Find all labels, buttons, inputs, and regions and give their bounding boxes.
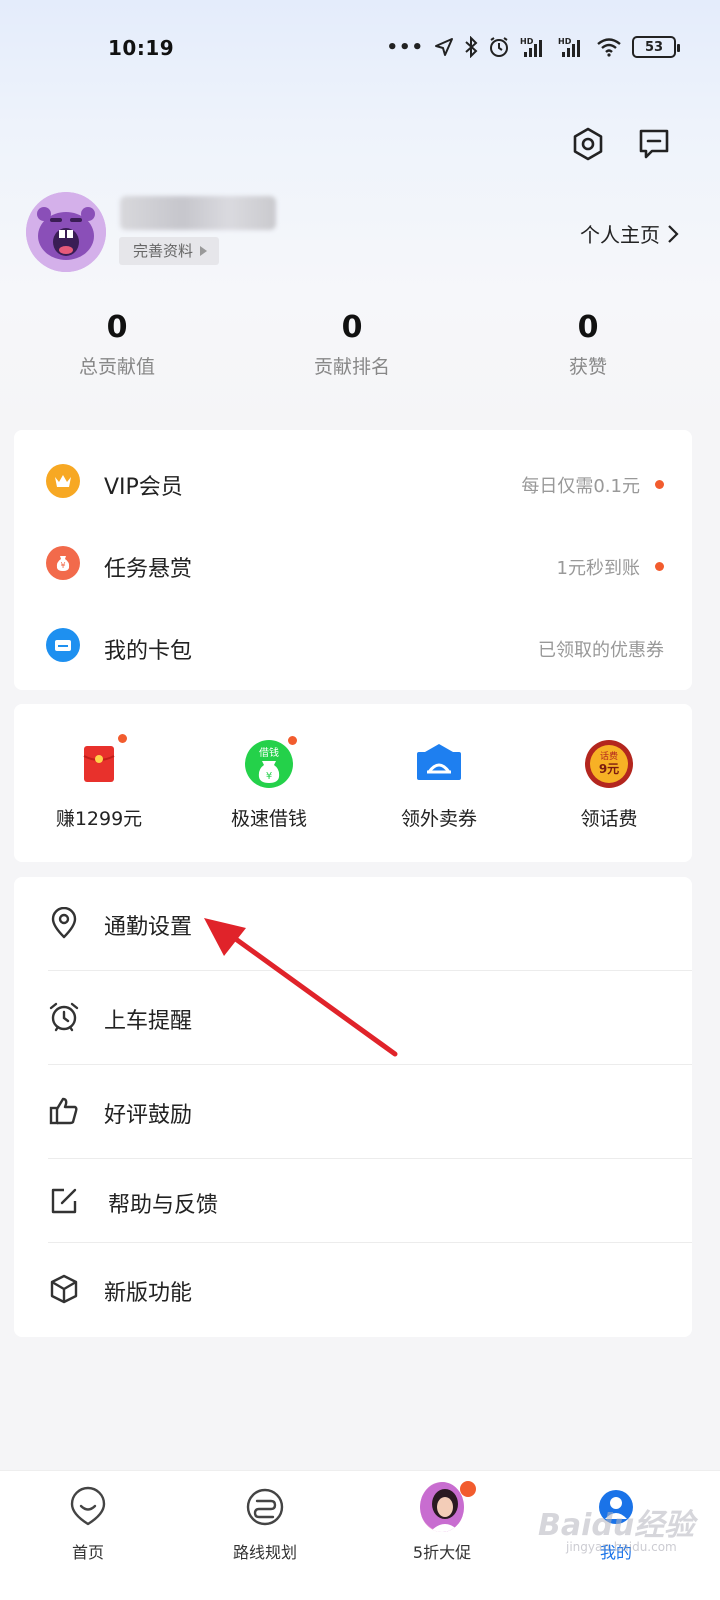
cube-icon [46, 1271, 82, 1307]
menu-label: 上车提醒 [104, 1009, 193, 1034]
notification-dot [460, 1481, 476, 1497]
menu-commute-settings[interactable]: 通勤设置 [14, 877, 692, 971]
message-button[interactable] [632, 122, 676, 166]
stat-label: 贡献排名 [313, 356, 390, 378]
money-bag-icon: ¥ [46, 546, 80, 580]
services-card: VIP会员 每日仅需0.1元 ¥ 任务悬赏 1元秒到账 我的卡包 已领取的优惠券 [14, 430, 692, 690]
promo-avatar-icon [420, 1481, 476, 1532]
notification-dot [655, 562, 664, 571]
stat-likes[interactable]: 0 获赞 [488, 310, 688, 379]
status-time: 10:19 [108, 36, 175, 60]
quick-label: 极速借钱 [230, 808, 307, 830]
menu-label: 好评鼓励 [104, 1103, 193, 1128]
menu-boarding-reminder[interactable]: 上车提醒 [14, 971, 692, 1065]
edit-feedback-icon [46, 1183, 82, 1219]
menu-label: 通勤设置 [104, 915, 193, 940]
stat-value: 0 [341, 310, 363, 345]
bluetooth-icon [464, 36, 478, 58]
service-label: 我的卡包 [104, 639, 193, 664]
quick-label: 领外卖券 [400, 808, 477, 830]
nav-label: 5折大促 [412, 1543, 472, 1562]
thumbs-up-icon [46, 1093, 82, 1129]
quick-label: 领话费 [580, 808, 638, 830]
crown-icon [46, 464, 80, 498]
borrow-money-icon: 借钱 ¥ [239, 734, 299, 794]
svg-text:¥: ¥ [266, 771, 272, 782]
service-sub: 1元秒到账 [556, 558, 640, 579]
notification-dot [288, 736, 297, 745]
stat-label: 总贡献值 [78, 356, 155, 378]
takeout-coupon-icon [409, 734, 469, 794]
menu-help-feedback[interactable]: 帮助与反馈 [14, 1159, 692, 1243]
settings-menu-card: 通勤设置 上车提醒 好评鼓励 帮助与反馈 新版功能 [14, 877, 692, 1337]
signal-hd-1-icon: HD [520, 36, 548, 58]
amount-text: 9元 [599, 762, 619, 776]
badge-text: 话费 [600, 750, 618, 762]
hippo-avatar-icon [26, 192, 106, 272]
quick-earn-money[interactable]: 赚1299元 [14, 734, 184, 831]
menu-label: 新版功能 [104, 1281, 193, 1306]
notification-dot [118, 734, 127, 743]
nav-promo[interactable]: 5折大促 [382, 1481, 502, 1563]
quick-borrow-money[interactable]: 借钱 ¥ 极速借钱 [184, 734, 354, 831]
quick-label: 赚1299元 [55, 808, 143, 830]
home-smile-icon [66, 1485, 110, 1529]
alarm-icon [488, 36, 510, 58]
wifi-icon [596, 37, 622, 57]
stats-row: 0 总贡献值 0 贡献排名 0 获赞 [0, 310, 720, 390]
menu-new-features[interactable]: 新版功能 [14, 1243, 692, 1337]
watermark-sub: jingyan.baidu.com [566, 1540, 677, 1554]
card-icon [46, 628, 80, 662]
status-icons: ••• HD HD 53 [386, 36, 680, 58]
stat-value: 0 [577, 310, 599, 345]
settings-hexagon-icon [573, 127, 603, 161]
menu-label: 帮助与反馈 [108, 1193, 219, 1218]
more-dots-icon: ••• [386, 36, 424, 58]
signal-hd-2-icon: HD [558, 36, 586, 58]
personal-homepage-link[interactable]: 个人主页 [580, 219, 680, 248]
red-packet-icon [69, 734, 129, 794]
vip-member-row[interactable]: VIP会员 每日仅需0.1元 [14, 436, 692, 518]
service-sub: 每日仅需0.1元 [521, 476, 640, 497]
complete-profile-button[interactable]: 完善资料 [119, 237, 220, 265]
task-reward-row[interactable]: ¥ 任务悬赏 1元秒到账 [14, 518, 692, 600]
card-wallet-row[interactable]: 我的卡包 已领取的优惠券 [14, 600, 692, 682]
alarm-clock-icon [46, 999, 82, 1035]
menu-rate-app[interactable]: 好评鼓励 [14, 1065, 692, 1159]
settings-button[interactable] [566, 122, 610, 166]
quick-actions-card: 赚1299元 借钱 ¥ 极速借钱 领外卖券 话费 9元 领话费 [14, 704, 692, 862]
stat-value: 0 [106, 310, 128, 345]
quick-phone-bill[interactable]: 话费 9元 领话费 [524, 734, 694, 831]
svg-text:¥: ¥ [60, 561, 65, 570]
avatar[interactable] [26, 192, 106, 272]
nav-label: 路线规划 [232, 1543, 297, 1562]
message-icon [639, 129, 669, 159]
location-arrow-icon [434, 37, 454, 57]
nav-label: 首页 [71, 1543, 104, 1562]
svg-text:HD: HD [558, 37, 572, 46]
nav-home[interactable]: 首页 [28, 1485, 148, 1563]
service-sub: 已领取的优惠券 [538, 640, 664, 661]
username-blurred [120, 196, 276, 230]
promo-avatar [420, 1482, 464, 1532]
nav-route-planning[interactable]: 路线规划 [205, 1485, 325, 1563]
route-icon [243, 1485, 287, 1529]
stat-total-contribution[interactable]: 0 总贡献值 [17, 310, 217, 379]
personal-homepage-label: 个人主页 [580, 223, 660, 247]
phone-bill-icon: 话费 9元 [579, 734, 639, 794]
service-label: VIP会员 [104, 475, 183, 500]
status-bar: 10:19 ••• HD HD 53 [0, 0, 720, 96]
stat-label: 获赞 [568, 356, 607, 378]
location-pin-icon [46, 905, 82, 941]
notification-dot [655, 480, 664, 489]
watermark: Baidu经验 [538, 1508, 695, 1543]
badge-text: 借钱 [259, 746, 279, 759]
service-label: 任务悬赏 [104, 557, 193, 582]
battery-icon: 53 [632, 36, 680, 58]
chevron-right-icon [668, 224, 679, 243]
stat-contribution-rank[interactable]: 0 贡献排名 [252, 310, 452, 379]
svg-text:HD: HD [520, 37, 534, 46]
quick-takeout-coupon[interactable]: 领外卖券 [354, 734, 524, 831]
